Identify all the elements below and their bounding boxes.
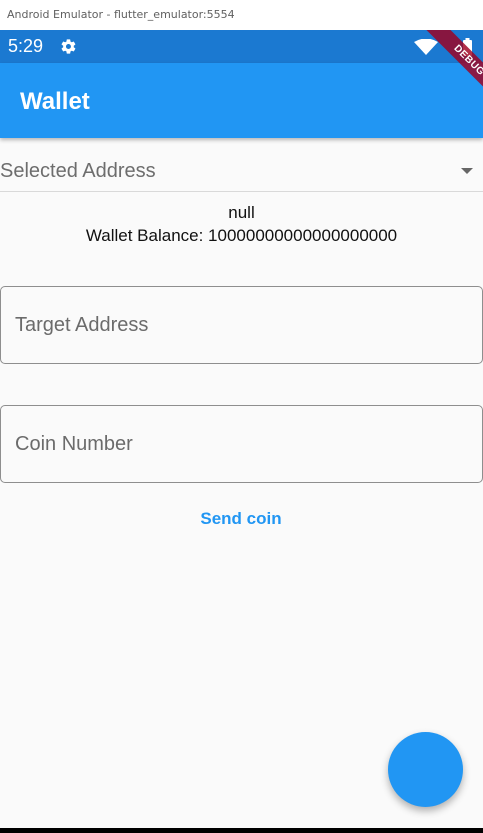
target-address-placeholder: Target Address xyxy=(15,314,149,336)
app-title: Wallet xyxy=(20,88,90,115)
status-time: 5:29 xyxy=(8,36,44,56)
settings-icon xyxy=(61,39,76,54)
main-content: Selected Address null Wallet Balance: 10… xyxy=(0,138,483,828)
coin-number-placeholder: Coin Number xyxy=(15,433,133,455)
battery-icon xyxy=(463,38,472,56)
wallet-balance: Wallet Balance: 10000000000000000000 xyxy=(85,226,398,245)
target-address-field[interactable]: Target Address xyxy=(0,286,483,364)
window-title: Android Emulator - flutter_emulator:5554 xyxy=(7,8,235,21)
chevron-down-icon xyxy=(461,168,473,174)
wifi-icon xyxy=(414,39,438,55)
app-bar: Wallet xyxy=(0,63,483,138)
selected-address-value: null xyxy=(228,203,255,222)
address-dropdown[interactable]: Selected Address xyxy=(0,138,483,192)
dropdown-label: Selected Address xyxy=(0,160,156,182)
send-coin-button[interactable]: Send coin xyxy=(183,501,299,537)
floating-action-button[interactable] xyxy=(388,732,463,807)
window-title-bar: Android Emulator - flutter_emulator:5554 xyxy=(0,0,483,30)
status-bar: 5:29 xyxy=(0,30,483,63)
coin-number-field[interactable]: Coin Number xyxy=(0,405,483,483)
